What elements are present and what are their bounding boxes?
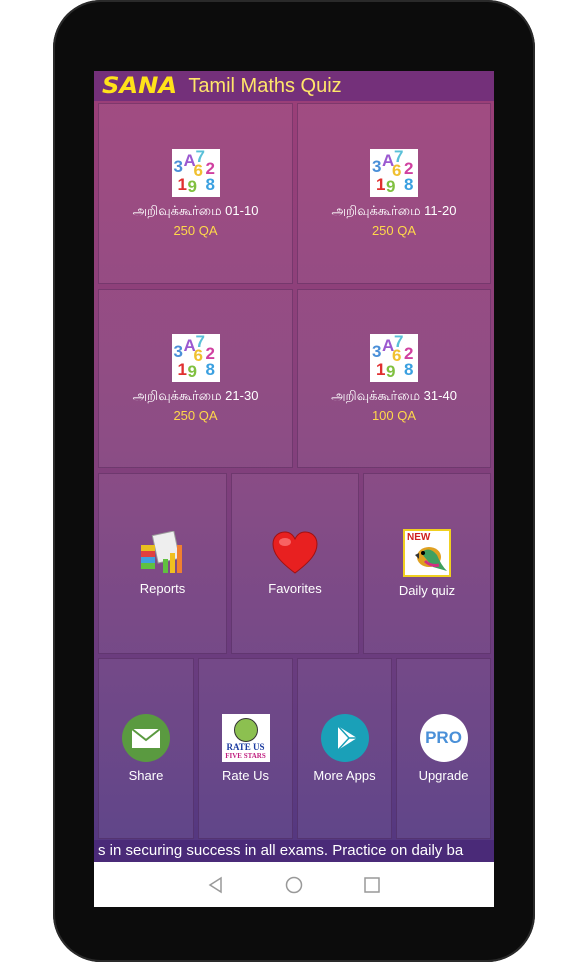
rate-us-label: Rate Us [222,768,269,783]
quiz-set-count: 250 QA [173,408,218,423]
numbers-icon: 3A762198 [171,149,220,197]
quiz-set-label: அறிவுக்கூர்மை 21-30 [132,388,259,403]
news-ticker: s in securing success in all exams. Prac… [94,840,494,862]
home-icon[interactable] [285,876,303,894]
reports-icon [140,531,182,573]
reports-button[interactable]: Reports [98,473,227,654]
more-apps-label: More Apps [313,768,376,783]
heart-icon [272,531,318,574]
daily-quiz-button[interactable]: NEW Daily quiz [363,473,491,654]
quiz-set-label: அறிவுக்கூர்மை 01-10 [132,203,259,218]
back-icon[interactable] [207,876,225,894]
rate-us-icon: RATE US FIVE STARS [221,714,270,762]
quiz-set-tile[interactable]: 3A762198 அறிவுக்கூர்மை 01-10 250 QA [98,103,293,284]
new-bird-icon: NEW [403,529,451,577]
pro-icon: PRO [419,714,468,762]
mail-icon [122,714,170,762]
quiz-set-tile[interactable]: 3A762198 அறிவுக்கூர்மை 21-30 250 QA [98,289,293,468]
quiz-set-label: அறிவுக்கூர்மை 31-40 [331,388,457,403]
more-apps-button[interactable]: More Apps [297,658,392,839]
quiz-set-count: 250 QA [371,223,417,238]
rate-us-button[interactable]: RATE US FIVE STARS Rate Us [198,658,293,839]
pro-text: PRO [425,728,462,747]
numbers-icon: 3A762198 [370,149,418,197]
share-button[interactable]: Share [98,658,194,839]
reports-label: Reports [139,581,186,596]
new-badge: NEW [407,532,431,543]
title-bar: SANA Tamil Maths Quiz [94,71,494,101]
rate-us-text: RATE US [226,742,265,752]
upgrade-label: Upgrade [418,768,469,783]
app-screen: SANA Tamil Maths Quiz 3A762198 அறிவுக்கூ… [94,71,494,907]
quiz-set-tile[interactable]: 3A762198 அறிவுக்கூர்மை 11-20 250 QA [297,103,491,284]
favorites-label: Favorites [268,581,322,596]
recents-icon[interactable] [363,876,381,894]
quiz-set-label: அறிவுக்கூர்மை 11-20 [331,203,457,218]
app-title: Tamil Maths Quiz [188,74,342,97]
numbers-icon: 3A762198 [171,334,220,382]
quiz-set-count: 100 QA [371,408,417,423]
five-stars-text: FIVE STARS [225,752,266,760]
android-nav-bar [94,862,494,907]
daily-quiz-label: Daily quiz [398,583,456,598]
favorites-button[interactable]: Favorites [231,473,359,654]
quiz-set-count: 250 QA [173,223,218,238]
brand-logo: SANA [102,73,178,99]
play-store-icon [320,714,369,762]
upgrade-button[interactable]: PRO Upgrade [396,658,491,839]
share-label: Share [128,768,164,783]
numbers-icon: 3A762198 [370,334,418,382]
quiz-set-tile[interactable]: 3A762198 அறிவுக்கூர்மை 31-40 100 QA [297,289,491,468]
